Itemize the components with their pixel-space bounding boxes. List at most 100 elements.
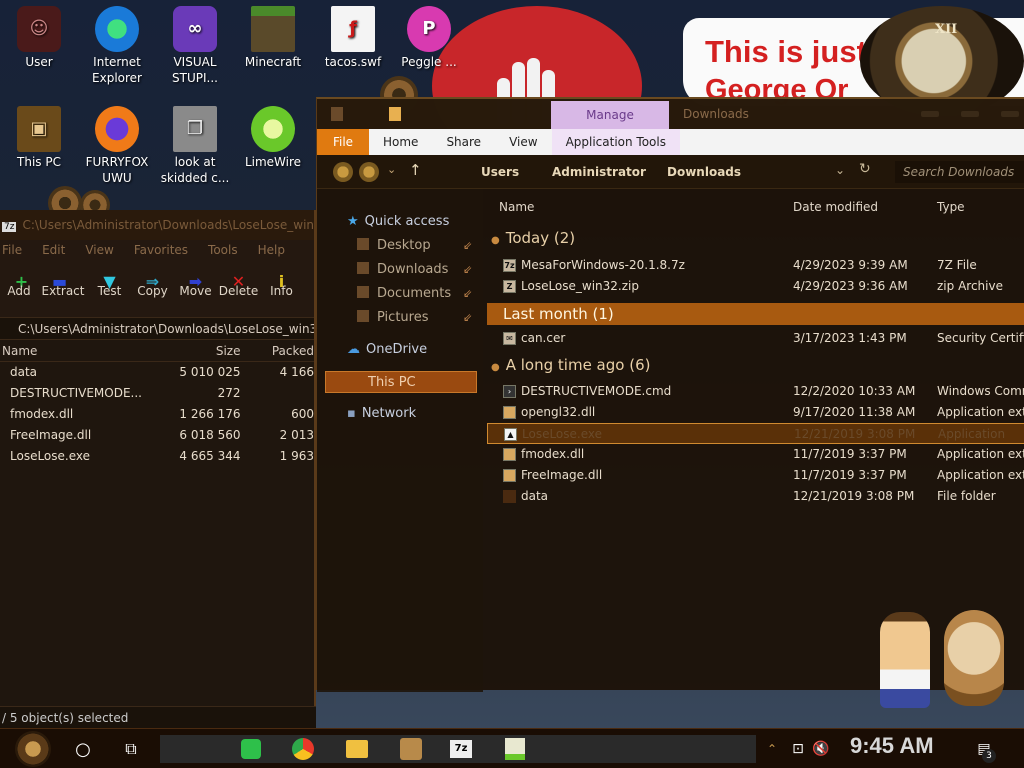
back-button[interactable]	[333, 162, 353, 182]
tab-manage[interactable]: Manage	[551, 101, 669, 129]
menu-help[interactable]: Help	[258, 240, 285, 260]
desktop-icon-furryfox[interactable]: FURRYFOX UWU	[80, 106, 154, 186]
file-explorer-icon[interactable]	[342, 731, 372, 767]
extract-button[interactable]: ▬ Extract	[38, 260, 88, 317]
file-explorer-window[interactable]: Manage Downloads File Home Share View Ap…	[316, 97, 1024, 692]
desktop-icon-user[interactable]: ☺ User	[2, 6, 76, 70]
recent-locations-icon[interactable]: ⌄	[387, 163, 396, 176]
nav-network[interactable]: ▪ Network	[347, 403, 416, 425]
close-button[interactable]	[1001, 111, 1019, 117]
chevron-down-icon[interactable]: ⌄	[835, 163, 845, 177]
column-size[interactable]: Size	[169, 340, 241, 361]
taskbar-clock[interactable]: 9:45 AM	[850, 733, 934, 759]
test-button[interactable]: ▼ Test	[88, 260, 131, 317]
network-icon[interactable]: ⊡	[788, 731, 808, 767]
desktop-icon-limewire[interactable]: LimeWire	[236, 106, 310, 170]
start-button[interactable]	[10, 731, 56, 767]
menu-edit[interactable]: Edit	[42, 240, 65, 260]
copy-icon: ⇒	[145, 272, 160, 291]
table-row[interactable]: DESTRUCTIVEMODE... 272	[0, 383, 314, 404]
table-row[interactable]: LoseLose.exe 4 665 344 1 963	[0, 446, 314, 467]
sevenzip-window[interactable]: 7z C:\Users\Administrator\Downloads\LoseL…	[0, 210, 316, 728]
7zip-icon[interactable]: 7z	[446, 731, 476, 767]
file-row-selected[interactable]: ▲ LoseLose.exe 12/21/2019 3:08 PM Applicati…	[487, 423, 1024, 444]
file-row[interactable]: ✉ can.cer 3/17/2023 1:43 PM Security Certif…	[487, 328, 1024, 349]
up-arrow-icon[interactable]: ↑	[409, 161, 422, 179]
menu-file[interactable]: File	[2, 240, 22, 260]
folder-icon	[503, 490, 516, 503]
tab-application-tools[interactable]: Application Tools	[551, 129, 680, 155]
breadcrumb-downloads[interactable]: Downloads	[667, 165, 741, 179]
file-row[interactable]: Z LoseLose_win32.zip 4/29/2023 9:36 AM zip …	[487, 276, 1024, 297]
file-row[interactable]: FreeImage.dll 11/7/2019 3:37 PM Applicatio…	[487, 465, 1024, 486]
dll-icon	[503, 448, 516, 461]
nav-quick-access[interactable]: ★ Quick access	[347, 211, 449, 233]
desktop-icon-internet-explorer[interactable]: Internet Explorer	[80, 6, 154, 86]
menu-view[interactable]: View	[85, 240, 113, 260]
window-controls	[921, 111, 1019, 117]
nav-onedrive[interactable]: ☁ OneDrive	[347, 339, 427, 361]
info-button[interactable]: i Info	[260, 260, 303, 317]
column-name[interactable]: Name	[0, 340, 169, 361]
file-row[interactable]: data 12/21/2019 3:08 PM File folder	[487, 486, 1024, 507]
file-row[interactable]: opengl32.dll 9/17/2020 11:38 AM Applicatio…	[487, 402, 1024, 423]
file-row[interactable]: › DESTRUCTIVEMODE.cmd 12/2/2020 10:33 AM Wi…	[487, 381, 1024, 402]
file-row[interactable]: fmodex.dll 11/7/2019 3:37 PM Application e…	[487, 444, 1024, 465]
menu-tools[interactable]: Tools	[208, 240, 238, 260]
search-icon[interactable]: ○	[68, 731, 98, 767]
forward-button[interactable]	[359, 162, 379, 182]
maximize-button[interactable]	[961, 111, 979, 117]
tab-file[interactable]: File	[317, 129, 369, 155]
move-icon: ➡	[188, 272, 203, 291]
column-date-modified[interactable]: Date modified	[793, 197, 878, 217]
menu-favorites[interactable]: Favorites	[134, 240, 188, 260]
desktop-icon-skidded-code[interactable]: ❐ look at skidded c...	[158, 106, 232, 186]
tab-view[interactable]: View	[495, 129, 551, 155]
task-view-icon[interactable]: ⧉	[116, 731, 146, 767]
volume-muted-icon[interactable]: 🔇	[810, 731, 832, 767]
table-row[interactable]: data 5 010 025 4 166	[0, 362, 314, 383]
refresh-icon[interactable]: ↻	[859, 161, 871, 177]
nav-pictures[interactable]: Pictures	[357, 307, 428, 329]
group-long-time-ago[interactable]: ● A long time ago (6)	[491, 356, 650, 374]
desktop-icon-tacos-swf[interactable]: ƒ tacos.swf	[316, 6, 390, 70]
file-row[interactable]: 7z MesaForWindows-20.1.8.7z 4/29/2023 9:39…	[487, 255, 1024, 276]
nav-documents[interactable]: Documents	[357, 283, 451, 305]
nav-desktop[interactable]: Desktop	[357, 235, 431, 257]
chevron-up-icon[interactable]: ⌃	[762, 731, 782, 767]
chat-icon[interactable]	[236, 731, 266, 767]
search-input[interactable]: Search Downloads	[895, 161, 1024, 183]
desktop-icon-peggle[interactable]: P Peggle ...	[392, 6, 466, 70]
desktop-icon-label: Minecraft	[244, 55, 302, 69]
table-row[interactable]: fmodex.dll 1 266 176 600	[0, 404, 314, 425]
tab-share[interactable]: Share	[432, 129, 495, 155]
desktop-icon-label: look at skidded c...	[160, 155, 230, 185]
column-type[interactable]: Type	[937, 197, 965, 217]
group-last-month[interactable]: Last month (1)	[487, 303, 1024, 325]
sevenzip-path-bar[interactable]: C:\Users\Administrator\Downloads\LoseLos…	[0, 318, 314, 340]
nav-this-pc[interactable]: This PC	[325, 371, 477, 393]
nav-downloads[interactable]: Downloads	[357, 259, 448, 281]
delete-button[interactable]: ✕ Delete	[217, 260, 260, 317]
table-row[interactable]: FreeImage.dll 6 018 560 2 013	[0, 425, 314, 446]
move-button[interactable]: ➡ Move	[174, 260, 217, 317]
chrome-icon[interactable]	[288, 731, 318, 767]
notification-icon[interactable]: ▤ 3	[970, 731, 998, 767]
copy-button[interactable]: ⇒ Copy	[131, 260, 174, 317]
game-icon[interactable]	[396, 731, 426, 767]
breadcrumb-administrator[interactable]: Administrator	[552, 165, 646, 179]
desktop-icon-visual-studio[interactable]: ∞ VISUAL STUPI...	[158, 6, 232, 86]
tab-home[interactable]: Home	[369, 129, 432, 155]
desktop-icon-this-pc[interactable]: ▣ This PC	[2, 106, 76, 170]
chart-icon[interactable]	[500, 731, 530, 767]
explorer-title-bar[interactable]: Manage Downloads	[317, 99, 1024, 129]
column-packed[interactable]: Packed	[240, 340, 314, 361]
documents-folder-icon	[357, 286, 369, 298]
minimize-button[interactable]	[921, 111, 939, 117]
group-today[interactable]: ● Today (2)	[491, 229, 575, 247]
desktop-icon-minecraft[interactable]: Minecraft	[236, 6, 310, 70]
add-button[interactable]: + Add	[0, 260, 38, 317]
quick-access-toolbar-icon[interactable]	[389, 107, 401, 121]
breadcrumb-users[interactable]: Users	[481, 165, 519, 179]
column-name[interactable]: Name	[499, 197, 534, 217]
